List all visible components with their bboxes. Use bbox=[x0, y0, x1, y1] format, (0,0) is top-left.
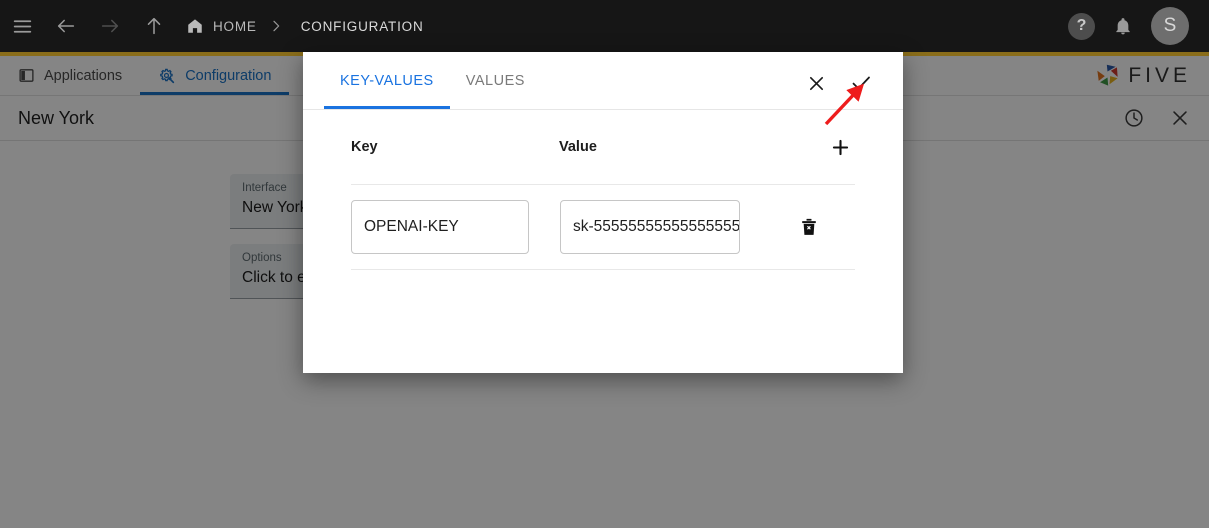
close-x-icon[interactable] bbox=[806, 73, 827, 94]
breadcrumb-home-label: HOME bbox=[213, 18, 257, 34]
breadcrumb-home[interactable]: HOME bbox=[176, 17, 261, 35]
hamburger-menu-icon[interactable] bbox=[0, 0, 44, 52]
help-question-icon[interactable]: ? bbox=[1068, 12, 1095, 40]
column-header-value: Value bbox=[559, 139, 597, 155]
modal-header: KEY-VALUES VALUES bbox=[303, 52, 903, 110]
top-navigation-bar: HOME CONFIGURATION ? S bbox=[0, 0, 1209, 52]
tab-key-values-label: KEY-VALUES bbox=[340, 72, 434, 89]
help-glyph: ? bbox=[1076, 17, 1087, 34]
modal-tab-strip: KEY-VALUES VALUES bbox=[303, 52, 541, 109]
column-header-key: Key bbox=[351, 139, 378, 155]
value-input[interactable]: sk-55555555555555555555 bbox=[560, 200, 740, 254]
bell-icon[interactable] bbox=[1107, 0, 1139, 52]
tab-values[interactable]: VALUES bbox=[450, 52, 541, 109]
kv-table-header: Key Value bbox=[351, 110, 855, 185]
checkmark-icon[interactable] bbox=[849, 71, 873, 95]
modal-body: Key Value OPENAI-KEY sk-5555555555555555… bbox=[303, 110, 903, 372]
arrow-left-icon[interactable] bbox=[44, 0, 88, 52]
avatar-initial: S bbox=[1163, 15, 1177, 36]
app-root: HOME CONFIGURATION ? S Applications Conf… bbox=[0, 0, 1209, 528]
modal-header-actions bbox=[806, 71, 903, 109]
tab-values-label: VALUES bbox=[465, 72, 525, 89]
key-values-modal: KEY-VALUES VALUES Key Value OPENAI-KEY s… bbox=[303, 52, 903, 373]
plus-icon[interactable] bbox=[825, 132, 855, 162]
arrow-right-icon[interactable] bbox=[88, 0, 132, 52]
trash-delete-icon[interactable] bbox=[795, 213, 823, 241]
arrow-up-icon[interactable] bbox=[132, 0, 176, 52]
value-input-value: sk-55555555555555555555 bbox=[573, 218, 740, 235]
breadcrumb-current[interactable]: CONFIGURATION bbox=[291, 19, 424, 34]
topbar-actions: ? S bbox=[1068, 0, 1209, 52]
home-icon bbox=[186, 17, 204, 35]
key-input[interactable]: OPENAI-KEY bbox=[351, 200, 529, 254]
tab-key-values[interactable]: KEY-VALUES bbox=[324, 52, 450, 109]
chevron-right-icon bbox=[261, 18, 291, 34]
key-input-value: OPENAI-KEY bbox=[364, 218, 459, 235]
avatar[interactable]: S bbox=[1151, 7, 1189, 45]
table-row: OPENAI-KEY sk-55555555555555555555 bbox=[351, 185, 855, 270]
